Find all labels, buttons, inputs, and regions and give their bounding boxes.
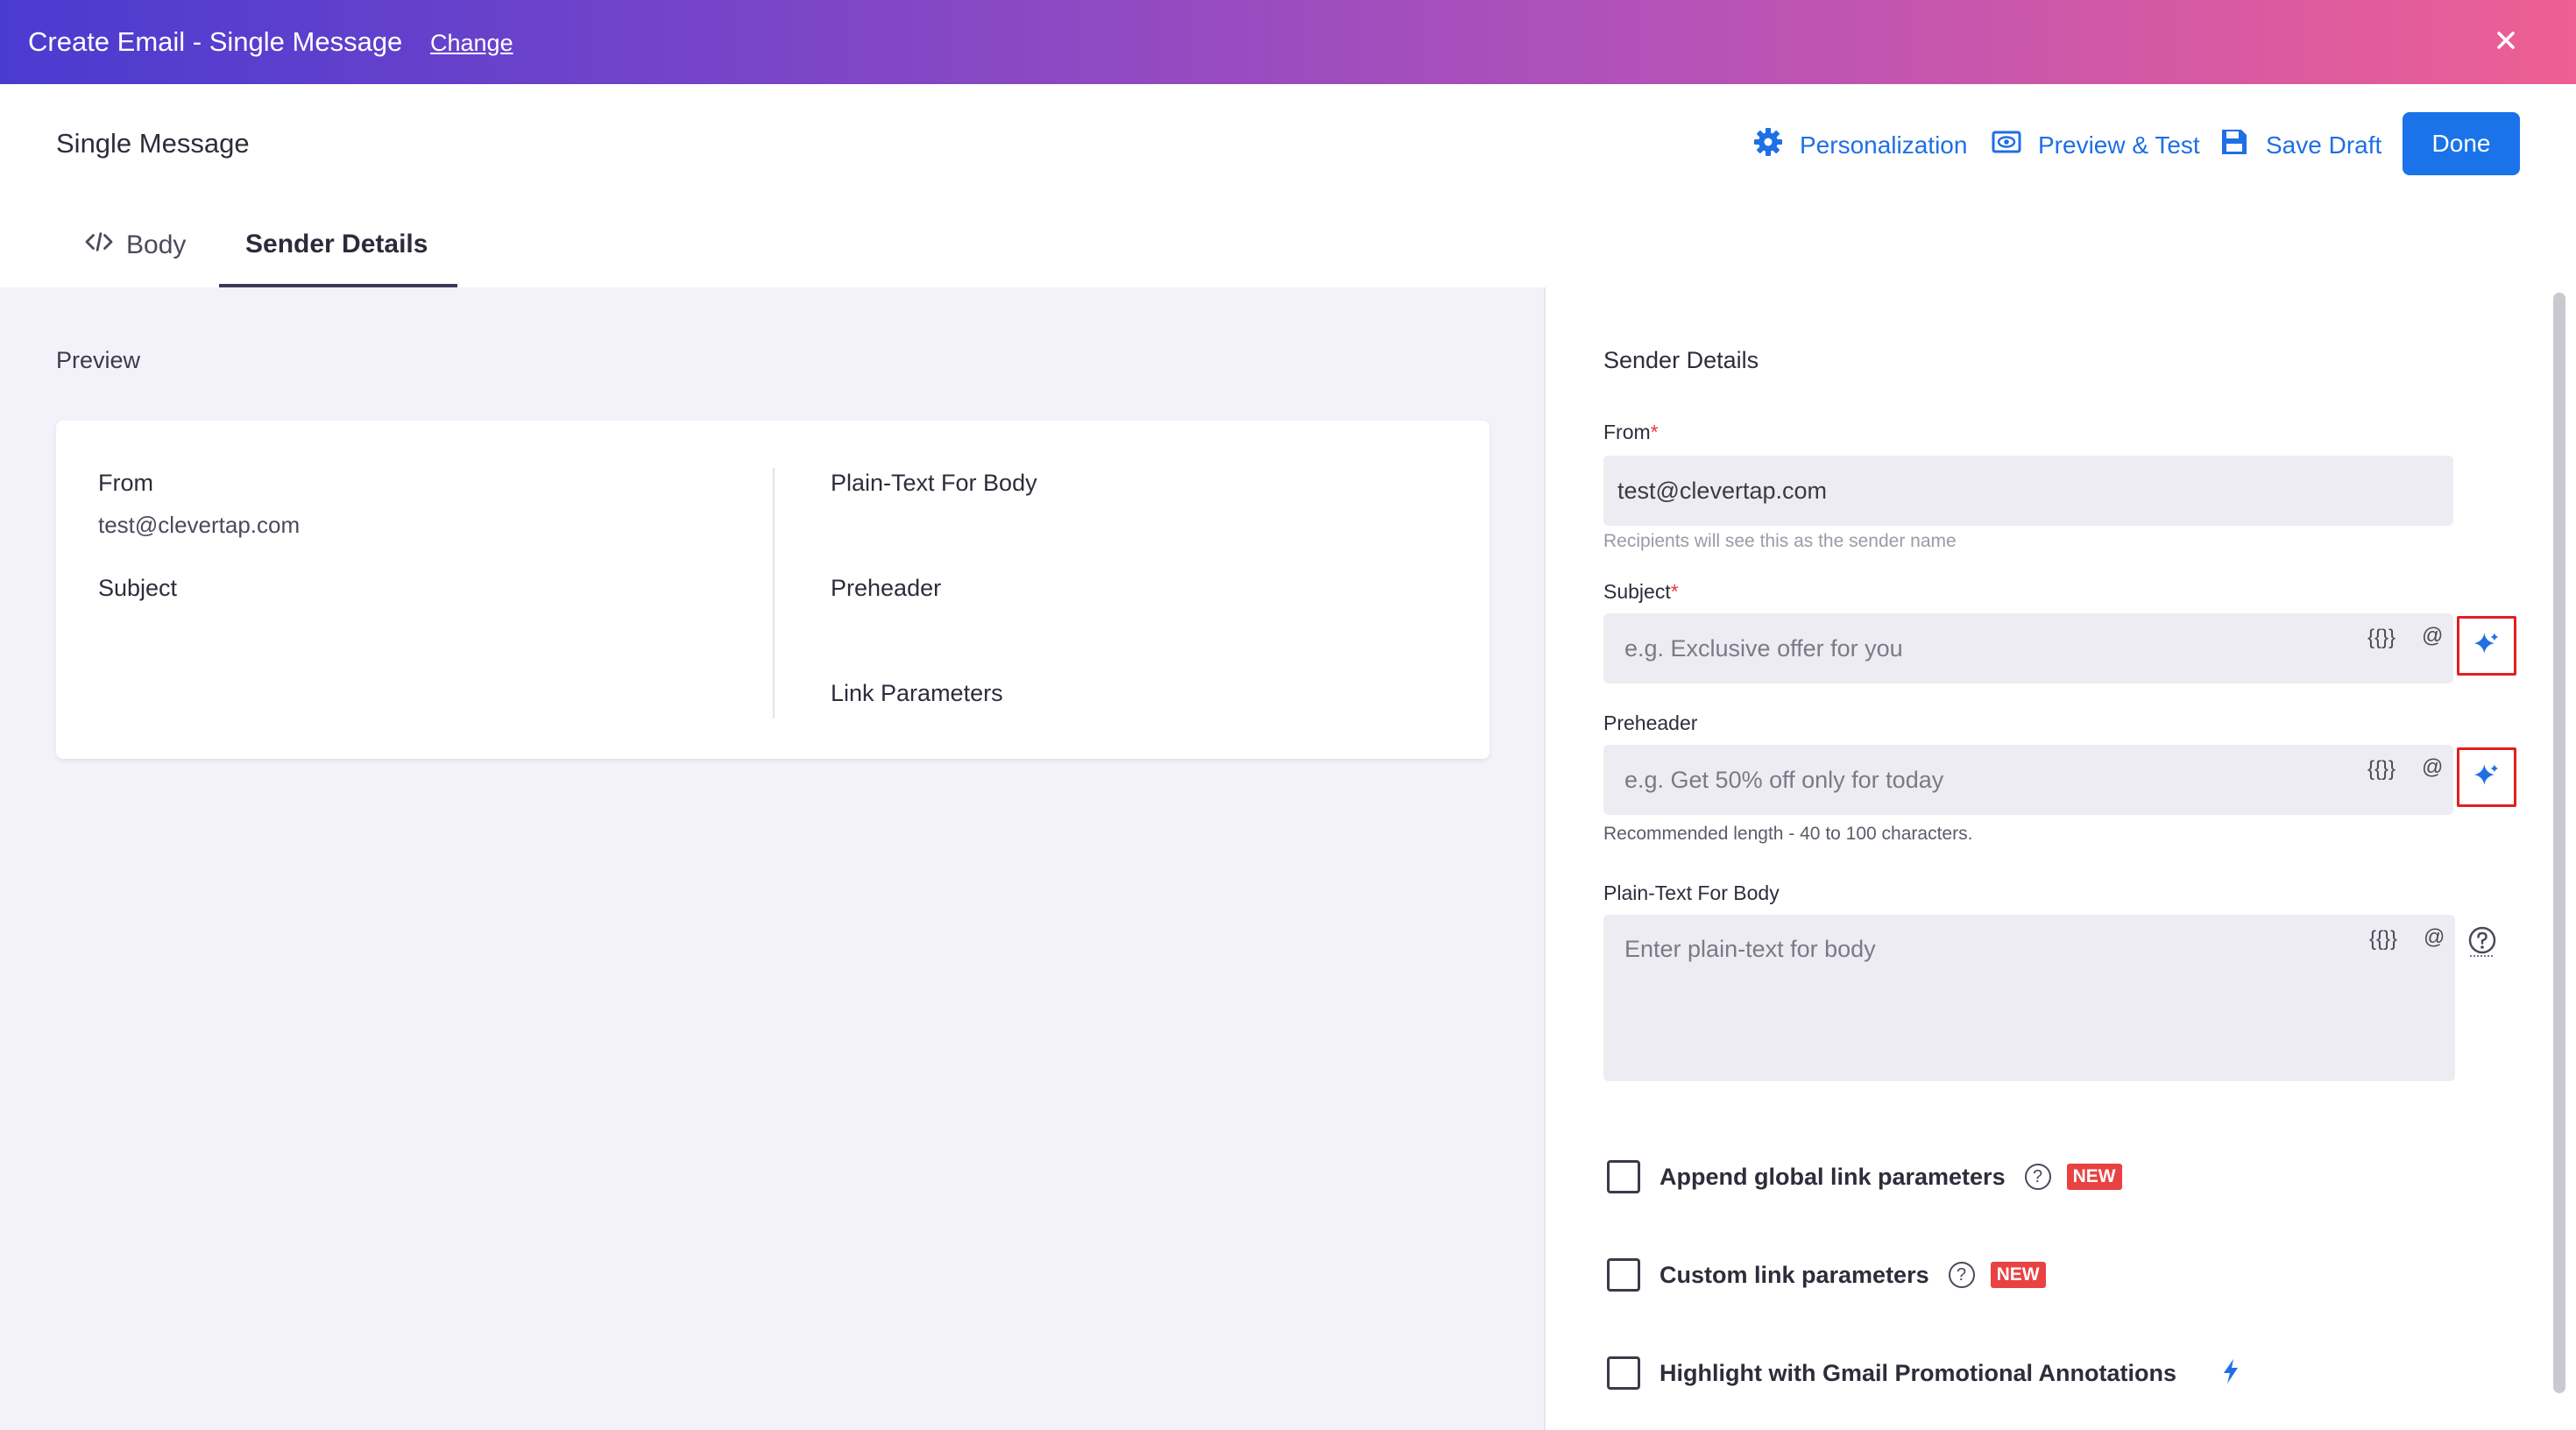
mention-button[interactable]: @ (2424, 925, 2445, 950)
mention-button[interactable]: @ (2422, 755, 2443, 780)
preview-heading: Preview (56, 347, 141, 373)
tab-sender-details-label: Sender Details (245, 230, 428, 258)
tab-body-label: Body (126, 230, 187, 259)
sparkle-icon (2473, 761, 2501, 794)
help-icon[interactable] (2467, 925, 2497, 963)
ai-sparkle-button[interactable] (2457, 747, 2516, 807)
preview-from-value: test@clevertap.com (98, 512, 301, 538)
change-link[interactable]: Change (430, 30, 513, 57)
new-badge: NEW (2066, 1164, 2122, 1190)
gmail-annotations-row: Highlight with Gmail Promotional Annotat… (1607, 1356, 2241, 1390)
gmail-annotations-label: Highlight with Gmail Promotional Annotat… (1660, 1359, 2176, 1386)
close-icon[interactable] (2488, 23, 2523, 58)
from-label: From* (1603, 421, 1659, 443)
tab-bar: Body Sender Details (0, 203, 2576, 287)
gmail-annotations-checkbox[interactable] (1607, 1356, 1640, 1390)
scrollbar[interactable] (2553, 293, 2565, 1393)
from-field-value: test@clevertap.com (1617, 477, 1827, 504)
plaintext-field[interactable]: Enter plain-text for body (1603, 915, 2455, 1081)
from-hint: Recipients will see this as the sender n… (1603, 531, 1957, 551)
subject-label: Subject* (1603, 580, 1679, 603)
help-icon[interactable]: ? (2024, 1164, 2051, 1190)
preview-plaintext-label: Plain-Text For Body (831, 470, 1037, 496)
append-global-link-params-row: Append global link parameters ? NEW (1607, 1160, 2122, 1193)
personalization-button[interactable]: Personalization (1752, 126, 1967, 164)
preheader-hint: Recommended length - 40 to 100 character… (1603, 824, 1973, 844)
save-draft-label: Save Draft (2266, 131, 2382, 159)
personalization-label: Personalization (1800, 131, 1968, 159)
page-title: Single Message (56, 128, 250, 159)
save-draft-button[interactable]: Save Draft (2219, 126, 2381, 164)
preview-from-label: From (98, 470, 153, 496)
preview-subject-label: Subject (98, 575, 178, 601)
header: Single Message Personalization Preview &… (0, 84, 2576, 203)
sparkle-icon (2473, 630, 2501, 662)
preheader-label: Preheader (1603, 711, 1698, 734)
preheader-placeholder: e.g. Get 50% off only for today (1624, 766, 1944, 793)
ai-sparkle-button[interactable] (2457, 616, 2516, 676)
plaintext-placeholder: Enter plain-text for body (1624, 936, 1876, 962)
preview-panel: Preview From test@clevertap.com Subject … (0, 287, 1544, 1430)
lightning-icon (2220, 1357, 2241, 1390)
preview-divider (773, 468, 775, 719)
eye-icon (1991, 126, 2022, 164)
mention-button[interactable]: @ (2422, 624, 2443, 648)
preview-preheader-label: Preheader (831, 575, 942, 601)
preheader-field[interactable]: e.g. Get 50% off only for today (1603, 745, 2453, 815)
personalization-token-button[interactable]: {{}} (2369, 927, 2397, 952)
code-icon (84, 230, 114, 261)
save-icon (2219, 126, 2250, 164)
sender-details-heading: Sender Details (1603, 347, 1759, 373)
personalization-token-button[interactable]: {{}} (2367, 626, 2396, 650)
preview-link-params-label: Link Parameters (831, 680, 1003, 706)
append-global-link-params-label: Append global link parameters (1660, 1163, 2006, 1190)
preview-test-button[interactable]: Preview & Test (1991, 126, 2200, 164)
preview-test-label: Preview & Test (2038, 131, 2200, 159)
new-badge: NEW (1990, 1262, 2046, 1288)
custom-link-params-checkbox[interactable] (1607, 1258, 1640, 1292)
dialog-title: Create Email - Single Message (28, 26, 403, 57)
top-bar: Create Email - Single Message Change (0, 0, 2576, 84)
required-mark: * (1650, 421, 1659, 443)
personalization-token-button[interactable]: {{}} (2367, 757, 2396, 782)
plaintext-label: Plain-Text For Body (1603, 881, 1780, 904)
custom-link-params-label: Custom link parameters (1660, 1261, 1929, 1288)
custom-link-params-row: Custom link parameters ? NEW (1607, 1258, 2046, 1292)
tab-body[interactable]: Body (84, 230, 186, 261)
sender-details-panel: Sender Details From* test@clevertap.com … (1544, 287, 2576, 1430)
subject-placeholder: e.g. Exclusive offer for you (1624, 634, 1903, 662)
preview-card: From test@clevertap.com Subject Plain-Te… (56, 421, 1490, 759)
gear-icon (1752, 126, 1784, 164)
subject-field[interactable]: e.g. Exclusive offer for you (1603, 613, 2453, 683)
from-field[interactable]: test@clevertap.com (1603, 456, 2453, 526)
help-icon[interactable]: ? (1948, 1262, 1975, 1288)
required-mark: * (1670, 580, 1679, 603)
tab-sender-details[interactable]: Sender Details (245, 230, 428, 259)
done-button[interactable]: Done (2403, 112, 2520, 175)
append-global-link-params-checkbox[interactable] (1607, 1160, 1640, 1193)
